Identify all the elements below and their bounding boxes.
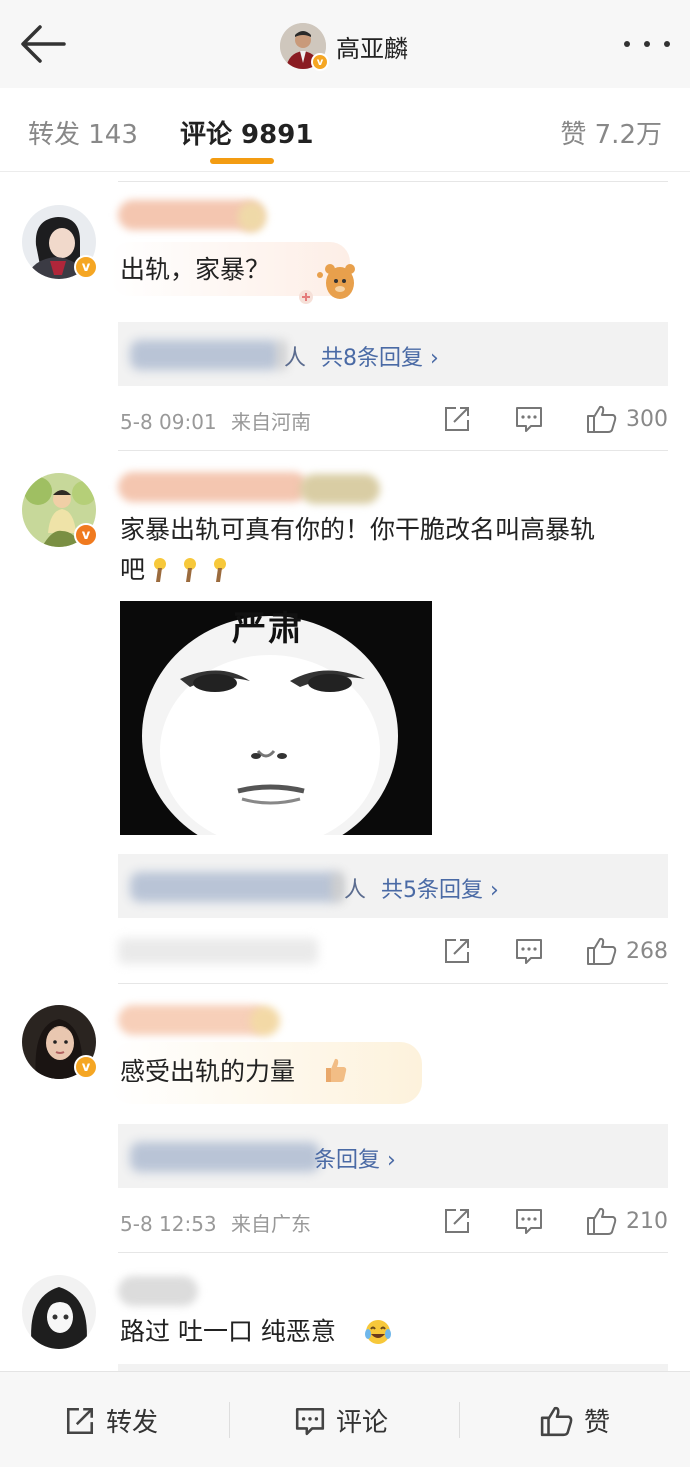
comment-icon[interactable]	[514, 936, 544, 966]
comment-time: 5-8 12:53	[120, 1212, 217, 1236]
comment-icon[interactable]	[514, 404, 544, 434]
divider	[118, 1252, 668, 1253]
username-blurred	[118, 472, 308, 502]
reply-names-blurred	[130, 340, 280, 370]
top-nav-bar: v 高亚麟	[0, 0, 690, 88]
reply-count-link[interactable]: 条回复 ›	[314, 1148, 396, 1173]
repost-label: 转发	[106, 1408, 159, 1438]
comment-button[interactable]: 评论	[294, 1402, 388, 1439]
laughing-cry-emoji-icon	[365, 1320, 391, 1344]
meme-caption: 严肃	[232, 609, 304, 649]
divider	[459, 1402, 460, 1438]
divider	[118, 181, 668, 182]
comment-label: 评论	[336, 1408, 389, 1438]
divider	[118, 983, 668, 984]
comment-icon	[295, 1407, 325, 1435]
commenter-avatar[interactable]: v	[22, 205, 98, 279]
thumbs-up-icon	[587, 1207, 617, 1235]
share-icon[interactable]	[442, 404, 472, 434]
comment-icon[interactable]	[514, 1206, 544, 1236]
like-count: 268	[626, 938, 668, 964]
tab-repost[interactable]: 转发 143	[28, 114, 138, 151]
reply-preview-box[interactable]: 人 共5条回复 ›	[118, 854, 668, 918]
active-tab-indicator	[210, 158, 274, 164]
like-button[interactable]: 300	[586, 404, 668, 434]
comment-source: 来自广东	[231, 1212, 312, 1236]
username-blurred	[118, 1005, 268, 1035]
like-count: 300	[626, 406, 668, 432]
comment-meta: 5-8 09:01 来自河南	[120, 406, 311, 435]
comment-text: 感受出轨的力量	[120, 1057, 296, 1086]
thumbs-up-emoji-icon	[326, 1058, 347, 1082]
reply-names-blurred	[332, 872, 344, 902]
repost-button[interactable]: 转发	[64, 1402, 158, 1439]
reply-count-link[interactable]: 共5条回复 ›	[381, 878, 499, 903]
reply-names-blurred	[130, 872, 340, 902]
like-label: 赞	[584, 1408, 611, 1438]
header-user[interactable]: v 高亚麟	[280, 22, 408, 71]
tab-comment[interactable]: 评论 9891	[180, 114, 313, 151]
like-button[interactable]: 268	[586, 936, 668, 966]
reply-prefix: 人	[344, 878, 367, 903]
divider	[229, 1402, 230, 1438]
reply-names-blurred	[130, 1142, 320, 1172]
username-blurred	[250, 1006, 280, 1036]
share-icon[interactable]	[442, 936, 472, 966]
username-blurred	[300, 474, 380, 504]
share-icon[interactable]	[442, 1206, 472, 1236]
username-blurred	[238, 202, 266, 232]
reply-preview-box	[118, 1364, 668, 1371]
thumbs-up-icon	[587, 937, 617, 965]
comment-time: 5-8 09:01	[120, 410, 217, 434]
reply-prefix: 人	[284, 346, 307, 371]
reply-preview-box[interactable]: 人 共8条回复 ›	[118, 322, 668, 386]
page-title: 高亚麟	[336, 34, 408, 63]
verified-badge-icon: v	[74, 1055, 98, 1079]
comment-text: 路过 吐一口 纯恶意	[120, 1317, 336, 1346]
commenter-avatar[interactable]: v	[22, 1005, 98, 1079]
share-icon	[66, 1407, 94, 1434]
username-blurred	[118, 1276, 198, 1306]
more-dots-icon[interactable]	[624, 38, 670, 50]
thumbs-up-icon	[540, 1406, 573, 1436]
divider	[118, 450, 668, 451]
like-button[interactable]: 赞	[540, 1402, 610, 1439]
thumbs-up-icon	[587, 405, 617, 433]
commenter-avatar[interactable]	[22, 1275, 96, 1349]
meta-blurred	[118, 938, 318, 964]
tab-like[interactable]: 赞 7.2万	[560, 114, 662, 151]
tab-bar: 转发 143 评论 9891 赞 7.2万	[0, 88, 690, 172]
bear-sticker-icon	[299, 264, 355, 304]
comment-text: 家暴出轨可真有你的！你干脆改名叫高暴轨	[120, 515, 596, 544]
reply-preview-box[interactable]: 条回复 ›	[118, 1124, 668, 1188]
commenter-avatar[interactable]: v	[22, 473, 98, 547]
header-avatar[interactable]: v	[280, 23, 329, 71]
comment-meta: 5-8 12:53 来自广东	[120, 1208, 311, 1237]
comment-text: 吧	[120, 555, 146, 584]
arrow-left-icon[interactable]	[18, 22, 68, 66]
verified-badge-icon: v	[311, 53, 329, 71]
bottom-action-bar: 转发 评论 赞	[0, 1371, 690, 1467]
verified-badge-icon: v	[74, 523, 98, 547]
like-button[interactable]: 210	[586, 1206, 668, 1236]
verified-badge-icon: v	[74, 255, 98, 279]
reply-count-link[interactable]: 共8条回复 ›	[321, 346, 439, 371]
torch-emoji-icon	[154, 558, 226, 582]
comment-source: 来自河南	[231, 410, 312, 434]
like-count: 210	[626, 1208, 668, 1234]
comment-text: 出轨，家暴？	[120, 255, 271, 284]
